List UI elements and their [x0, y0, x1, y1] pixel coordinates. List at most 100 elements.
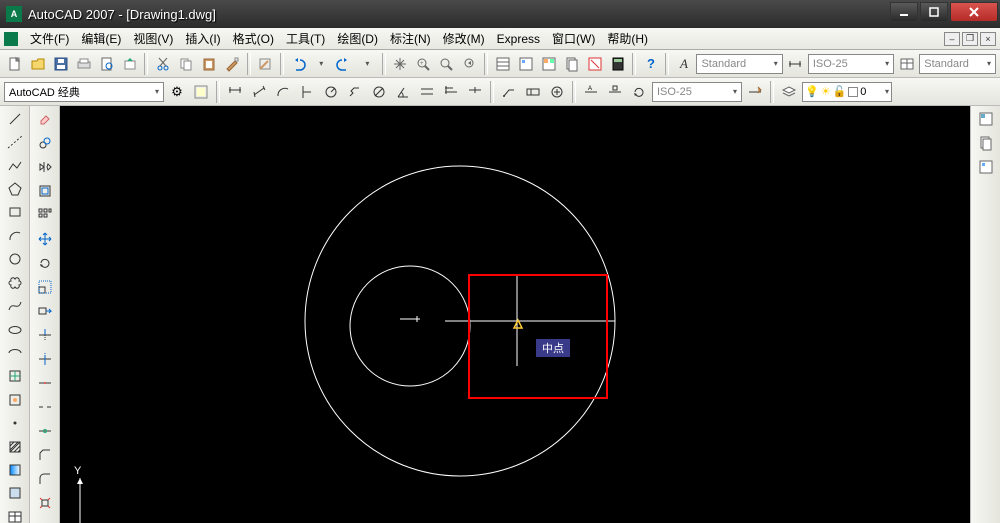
array-icon[interactable]	[34, 204, 56, 226]
zoom-previous-icon[interactable]	[459, 53, 480, 75]
offset-icon[interactable]	[34, 180, 56, 202]
drawing-canvas[interactable]: 中点 X Y	[60, 106, 970, 523]
properties-icon[interactable]	[492, 53, 513, 75]
trim-icon[interactable]	[34, 324, 56, 346]
ellipse-icon[interactable]	[4, 319, 26, 340]
menu-file[interactable]: 文件(F)	[24, 28, 75, 49]
menu-edit[interactable]: 编辑(E)	[75, 28, 127, 49]
dim-text-edit-icon[interactable]	[604, 81, 626, 103]
dim-style-combo[interactable]: ISO-25▾	[652, 82, 742, 102]
dim-arc-icon[interactable]	[272, 81, 294, 103]
pan-icon[interactable]	[390, 53, 411, 75]
zoom-window-icon[interactable]	[436, 53, 457, 75]
dim-baseline-icon[interactable]	[440, 81, 462, 103]
line-icon[interactable]	[4, 108, 26, 129]
undo-drop-icon[interactable]: ▾	[311, 53, 332, 75]
dim-continue-icon[interactable]	[464, 81, 486, 103]
move-icon[interactable]	[34, 228, 56, 250]
chamfer-icon[interactable]	[34, 444, 56, 466]
polygon-icon[interactable]	[4, 178, 26, 199]
make-block-icon[interactable]	[4, 389, 26, 410]
copy-object-icon[interactable]	[34, 132, 56, 154]
quick-dim-icon[interactable]	[416, 81, 438, 103]
explode-icon[interactable]	[34, 492, 56, 514]
hatch-icon[interactable]	[4, 436, 26, 457]
layer-combo[interactable]: 💡 ☀ 🔓 0 ▾	[802, 82, 892, 102]
open-icon[interactable]	[27, 53, 48, 75]
menu-modify[interactable]: 修改(M)	[437, 28, 491, 49]
table-style-icon[interactable]	[896, 53, 917, 75]
menu-tools[interactable]: 工具(T)	[280, 28, 331, 49]
tolerance-icon[interactable]	[522, 81, 544, 103]
stretch-icon[interactable]	[34, 300, 56, 322]
break-at-point-icon[interactable]	[34, 372, 56, 394]
dim-update-icon[interactable]	[628, 81, 650, 103]
menu-window[interactable]: 窗口(W)	[546, 28, 601, 49]
workspace-settings-icon[interactable]: ⚙	[166, 81, 188, 103]
menu-dim[interactable]: 标注(N)	[384, 28, 437, 49]
close-button[interactable]	[950, 2, 998, 22]
table-icon[interactable]	[4, 506, 26, 523]
maximize-button[interactable]	[920, 2, 948, 22]
fillet-icon[interactable]	[34, 468, 56, 490]
revision-cloud-icon[interactable]	[4, 272, 26, 293]
mdi-close[interactable]: ×	[980, 32, 996, 46]
dim-radius-icon[interactable]	[320, 81, 342, 103]
dim-style-control-icon[interactable]	[744, 81, 766, 103]
break-icon[interactable]	[34, 396, 56, 418]
dim-aligned-icon[interactable]	[248, 81, 270, 103]
leader-icon[interactable]	[498, 81, 520, 103]
text-style-icon[interactable]: A	[673, 53, 694, 75]
circle-icon[interactable]	[4, 249, 26, 270]
plot-icon[interactable]	[73, 53, 94, 75]
menu-express[interactable]: Express	[491, 30, 546, 48]
dim-angular-icon[interactable]	[392, 81, 414, 103]
dim-jogged-icon[interactable]	[344, 81, 366, 103]
sheet-set-icon[interactable]	[561, 53, 582, 75]
markup-icon[interactable]	[584, 53, 605, 75]
construction-line-icon[interactable]	[4, 131, 26, 152]
my-workspace-icon[interactable]	[190, 81, 212, 103]
scale-icon[interactable]	[34, 276, 56, 298]
quickcalc-icon[interactable]	[607, 53, 628, 75]
match-prop-icon[interactable]	[222, 53, 243, 75]
ellipse-arc-icon[interactable]	[4, 342, 26, 363]
help-icon[interactable]: ?	[640, 53, 661, 75]
dim-style-combo-a[interactable]: ISO-25▾	[808, 54, 894, 74]
layer-manager-icon[interactable]	[778, 81, 800, 103]
menu-insert[interactable]: 插入(I)	[179, 28, 226, 49]
dc-toggle-icon[interactable]	[975, 156, 997, 178]
rotate-icon[interactable]	[34, 252, 56, 274]
spline-icon[interactable]	[4, 295, 26, 316]
menu-draw[interactable]: 绘图(D)	[331, 28, 384, 49]
region-icon[interactable]	[4, 483, 26, 504]
zoom-realtime-icon[interactable]: +	[413, 53, 434, 75]
dim-edit-icon[interactable]: A	[580, 81, 602, 103]
center-mark-icon[interactable]	[546, 81, 568, 103]
mdi-restore[interactable]: ❐	[962, 32, 978, 46]
copy-icon[interactable]	[175, 53, 196, 75]
redo-drop-icon[interactable]: ▾	[357, 53, 378, 75]
sheet-set-toggle-icon[interactable]	[975, 132, 997, 154]
tool-palette-toggle-icon[interactable]	[975, 108, 997, 130]
join-icon[interactable]	[34, 420, 56, 442]
workspace-combo[interactable]: AutoCAD 经典▾	[4, 82, 164, 102]
plot-preview-icon[interactable]	[96, 53, 117, 75]
undo-icon[interactable]	[288, 53, 309, 75]
extend-icon[interactable]	[34, 348, 56, 370]
design-center-icon[interactable]	[515, 53, 536, 75]
table-style-combo[interactable]: Standard▾	[919, 54, 996, 74]
dim-diameter-icon[interactable]	[368, 81, 390, 103]
insert-block-icon[interactable]	[4, 366, 26, 387]
publish-icon[interactable]	[119, 53, 140, 75]
polyline-icon[interactable]	[4, 155, 26, 176]
mdi-minimize[interactable]: –	[944, 32, 960, 46]
mirror-icon[interactable]	[34, 156, 56, 178]
arc-icon[interactable]	[4, 225, 26, 246]
redo-icon[interactable]	[334, 53, 355, 75]
minimize-button[interactable]	[890, 2, 918, 22]
rectangle-icon[interactable]	[4, 202, 26, 223]
dim-ordinate-icon[interactable]	[296, 81, 318, 103]
save-icon[interactable]	[50, 53, 71, 75]
text-style-combo[interactable]: Standard▾	[696, 54, 782, 74]
